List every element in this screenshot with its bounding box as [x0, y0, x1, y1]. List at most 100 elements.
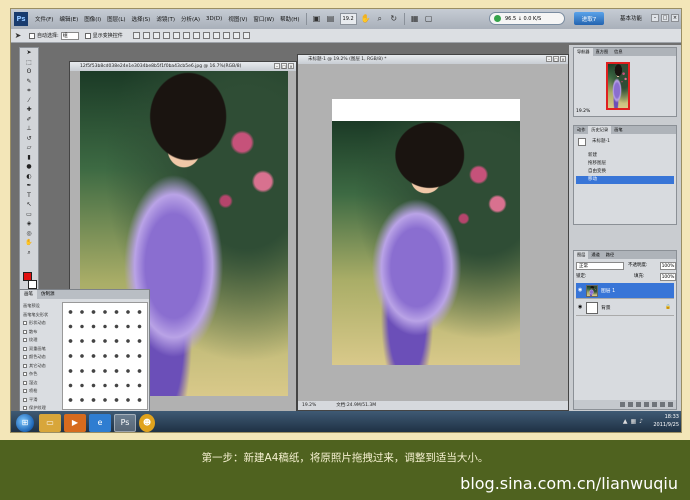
tab-info[interactable]: 信息 — [611, 48, 625, 56]
menu-layer[interactable]: 图层(L) — [104, 15, 128, 23]
brush-tip-sample[interactable] — [88, 334, 99, 349]
brush-tip-sample[interactable] — [99, 378, 111, 393]
distribute-right-icon[interactable] — [242, 32, 250, 39]
brush-tip-sample[interactable] — [134, 378, 145, 393]
fill-input[interactable]: 100% — [660, 273, 676, 281]
brush-tip-sample[interactable] — [99, 393, 111, 407]
menu-file[interactable]: 文件(F) — [32, 15, 56, 23]
brush-tip-sample[interactable] — [111, 305, 122, 319]
tab-navigator[interactable]: 导航器 — [574, 48, 593, 56]
bridge-icon[interactable]: ▣ — [312, 14, 322, 24]
list-item[interactable]: 杂色 — [23, 370, 59, 379]
pen-tool-icon[interactable]: ✒ — [22, 182, 36, 191]
brush-tip-sample[interactable] — [76, 393, 88, 407]
mini-bridge-icon[interactable]: ▤ — [326, 14, 336, 24]
brush-tip-sample[interactable] — [88, 305, 99, 319]
brush-tip-sample[interactable] — [76, 334, 88, 349]
new-group-icon[interactable] — [652, 402, 657, 407]
navigator-zoom[interactable]: 19.2% — [576, 109, 590, 114]
brush-tip-sample[interactable] — [122, 305, 134, 319]
brush-tip-sample[interactable] — [111, 334, 122, 349]
shape-tool-icon[interactable]: ▭ — [22, 211, 36, 220]
brush-tip-sample[interactable] — [122, 349, 134, 363]
menu-filter[interactable]: 滤镜(T) — [153, 15, 178, 23]
placed-photo-layer[interactable] — [332, 121, 520, 365]
distribute-bottom-icon[interactable] — [212, 32, 220, 39]
type-tool-icon[interactable]: T — [22, 192, 36, 201]
minimize-icon[interactable]: – — [274, 63, 280, 69]
align-middle-icon[interactable] — [142, 32, 150, 39]
list-item[interactable]: 喷枪 — [23, 387, 59, 396]
brush-tip-sample[interactable] — [111, 349, 122, 363]
eyedropper-tool-icon[interactable]: ⁄ — [22, 97, 36, 106]
clone-stamp-tool-icon[interactable]: ⊥ — [22, 125, 36, 134]
list-item[interactable]: 形状动态 — [23, 319, 59, 328]
align-right-icon[interactable] — [182, 32, 190, 39]
explorer-taskbar-icon[interactable]: ▭ — [39, 413, 61, 432]
brush-tip-sample[interactable] — [122, 393, 134, 407]
navigator-preview[interactable] — [606, 62, 630, 110]
hand-tool-icon[interactable]: ✋ — [361, 14, 371, 24]
eye-icon[interactable]: ◉ — [578, 288, 583, 293]
lasso-tool-icon[interactable]: ʘ — [22, 68, 36, 77]
brush-tip-sample[interactable] — [122, 334, 134, 349]
brush-tip-sample[interactable] — [88, 363, 99, 378]
qq-taskbar-icon[interactable]: ☻ — [139, 413, 155, 432]
brush-tip-grid[interactable] — [62, 302, 148, 410]
brush-tip-sample[interactable] — [134, 349, 145, 363]
layer-style-icon[interactable] — [628, 402, 633, 407]
brush-tip-sample[interactable] — [88, 378, 99, 393]
list-item[interactable]: 纹理 — [23, 336, 59, 345]
move-tool-icon[interactable]: ➤ — [13, 31, 23, 41]
brush-tip-sample[interactable] — [99, 305, 111, 319]
brush-tip-sample[interactable] — [122, 363, 134, 378]
auto-select-checkbox[interactable] — [29, 32, 35, 39]
align-left-icon[interactable] — [162, 32, 170, 39]
brush-tip-sample[interactable] — [65, 349, 76, 363]
align-bottom-icon[interactable] — [152, 32, 160, 39]
screen-mode-icon[interactable]: ▢ — [424, 14, 434, 24]
menu-window[interactable]: 窗口(W) — [250, 15, 277, 23]
brush-tip-sample[interactable] — [76, 378, 88, 393]
brush-tip-sample[interactable] — [134, 305, 145, 319]
link-layers-icon[interactable] — [620, 402, 625, 407]
brush-tip-sample[interactable] — [99, 349, 111, 363]
list-item[interactable]: 画笔笔尖形状 — [23, 311, 59, 320]
brush-tip-sample[interactable] — [122, 319, 134, 334]
brush-tip-sample[interactable] — [65, 305, 76, 319]
eraser-tool-icon[interactable]: ▱ — [22, 144, 36, 153]
brush-tip-sample[interactable] — [88, 393, 99, 407]
clock[interactable]: 18:33 2011/9/25 — [653, 413, 679, 429]
maximize-icon[interactable]: □ — [661, 14, 669, 22]
tab-brush[interactable]: 画笔 — [20, 290, 37, 299]
brush-tip-sample[interactable] — [65, 334, 76, 349]
document-title-bar[interactable]: 12f5f53b8cd038e24e1e3034be8b5f1f0ba43cb5… — [70, 62, 296, 71]
tab-brushes[interactable]: 画笔 — [611, 126, 625, 134]
blend-mode-select[interactable]: 正常 — [576, 262, 624, 270]
path-select-tool-icon[interactable]: ↖ — [22, 201, 36, 210]
eye-icon[interactable]: ◉ — [578, 305, 583, 310]
gradient-tool-icon[interactable]: ▮ — [22, 154, 36, 163]
brush-tool-icon[interactable]: ✐ — [22, 116, 36, 125]
blur-tool-icon[interactable]: ● — [22, 163, 36, 172]
list-item[interactable]: 平滑 — [23, 396, 59, 405]
brush-tip-sample[interactable] — [134, 334, 145, 349]
history-item[interactable]: 拖移图层 — [576, 160, 674, 168]
zoom-tool-icon[interactable]: ⌕ — [375, 14, 385, 24]
menu-image[interactable]: 图像(I) — [81, 15, 104, 23]
healing-brush-tool-icon[interactable]: ✚ — [22, 106, 36, 115]
arrange-documents-icon[interactable]: ▦ — [410, 14, 420, 24]
marquee-tool-icon[interactable]: ⬚ — [22, 59, 36, 68]
minimize-icon[interactable]: – — [546, 56, 552, 62]
close-icon[interactable]: × — [560, 56, 566, 62]
3d-rotate-tool-icon[interactable]: ◈ — [22, 220, 36, 229]
auto-select-dropdown[interactable]: 组 — [60, 31, 79, 40]
tab-histogram[interactable]: 直方图 — [593, 48, 612, 56]
status-zoom[interactable]: 19.2% — [302, 401, 316, 410]
hand-tool-icon[interactable]: ✋ — [22, 239, 36, 248]
brush-tip-sample[interactable] — [65, 378, 76, 393]
brush-tip-sample[interactable] — [111, 393, 122, 407]
quick-select-tool-icon[interactable]: ✎ — [22, 78, 36, 87]
dodge-tool-icon[interactable]: ◐ — [22, 173, 36, 182]
brush-tip-sample[interactable] — [111, 363, 122, 378]
